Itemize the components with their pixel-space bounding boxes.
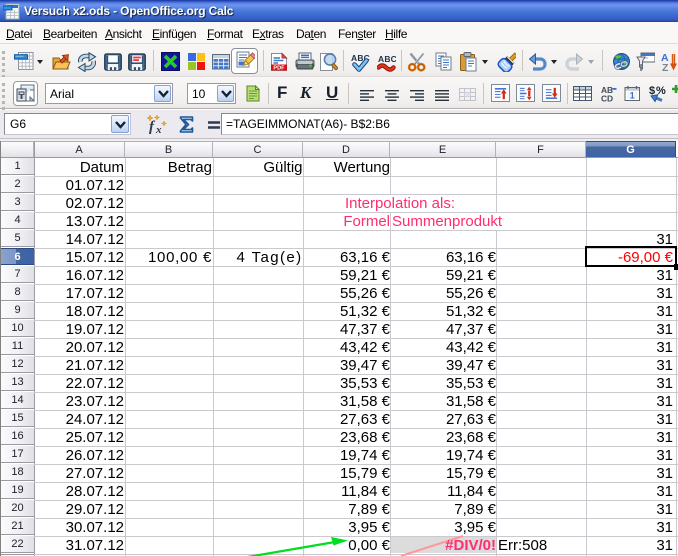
svg-text:CD: CD bbox=[601, 94, 613, 102]
svg-text:1: 1 bbox=[630, 91, 635, 101]
svg-text:x: x bbox=[155, 124, 162, 135]
svg-text:ABC: ABC bbox=[378, 54, 396, 64]
svg-text:PDF: PDF bbox=[273, 66, 285, 72]
svg-text:f: f bbox=[149, 119, 156, 135]
svg-text:Z: Z bbox=[662, 62, 669, 72]
